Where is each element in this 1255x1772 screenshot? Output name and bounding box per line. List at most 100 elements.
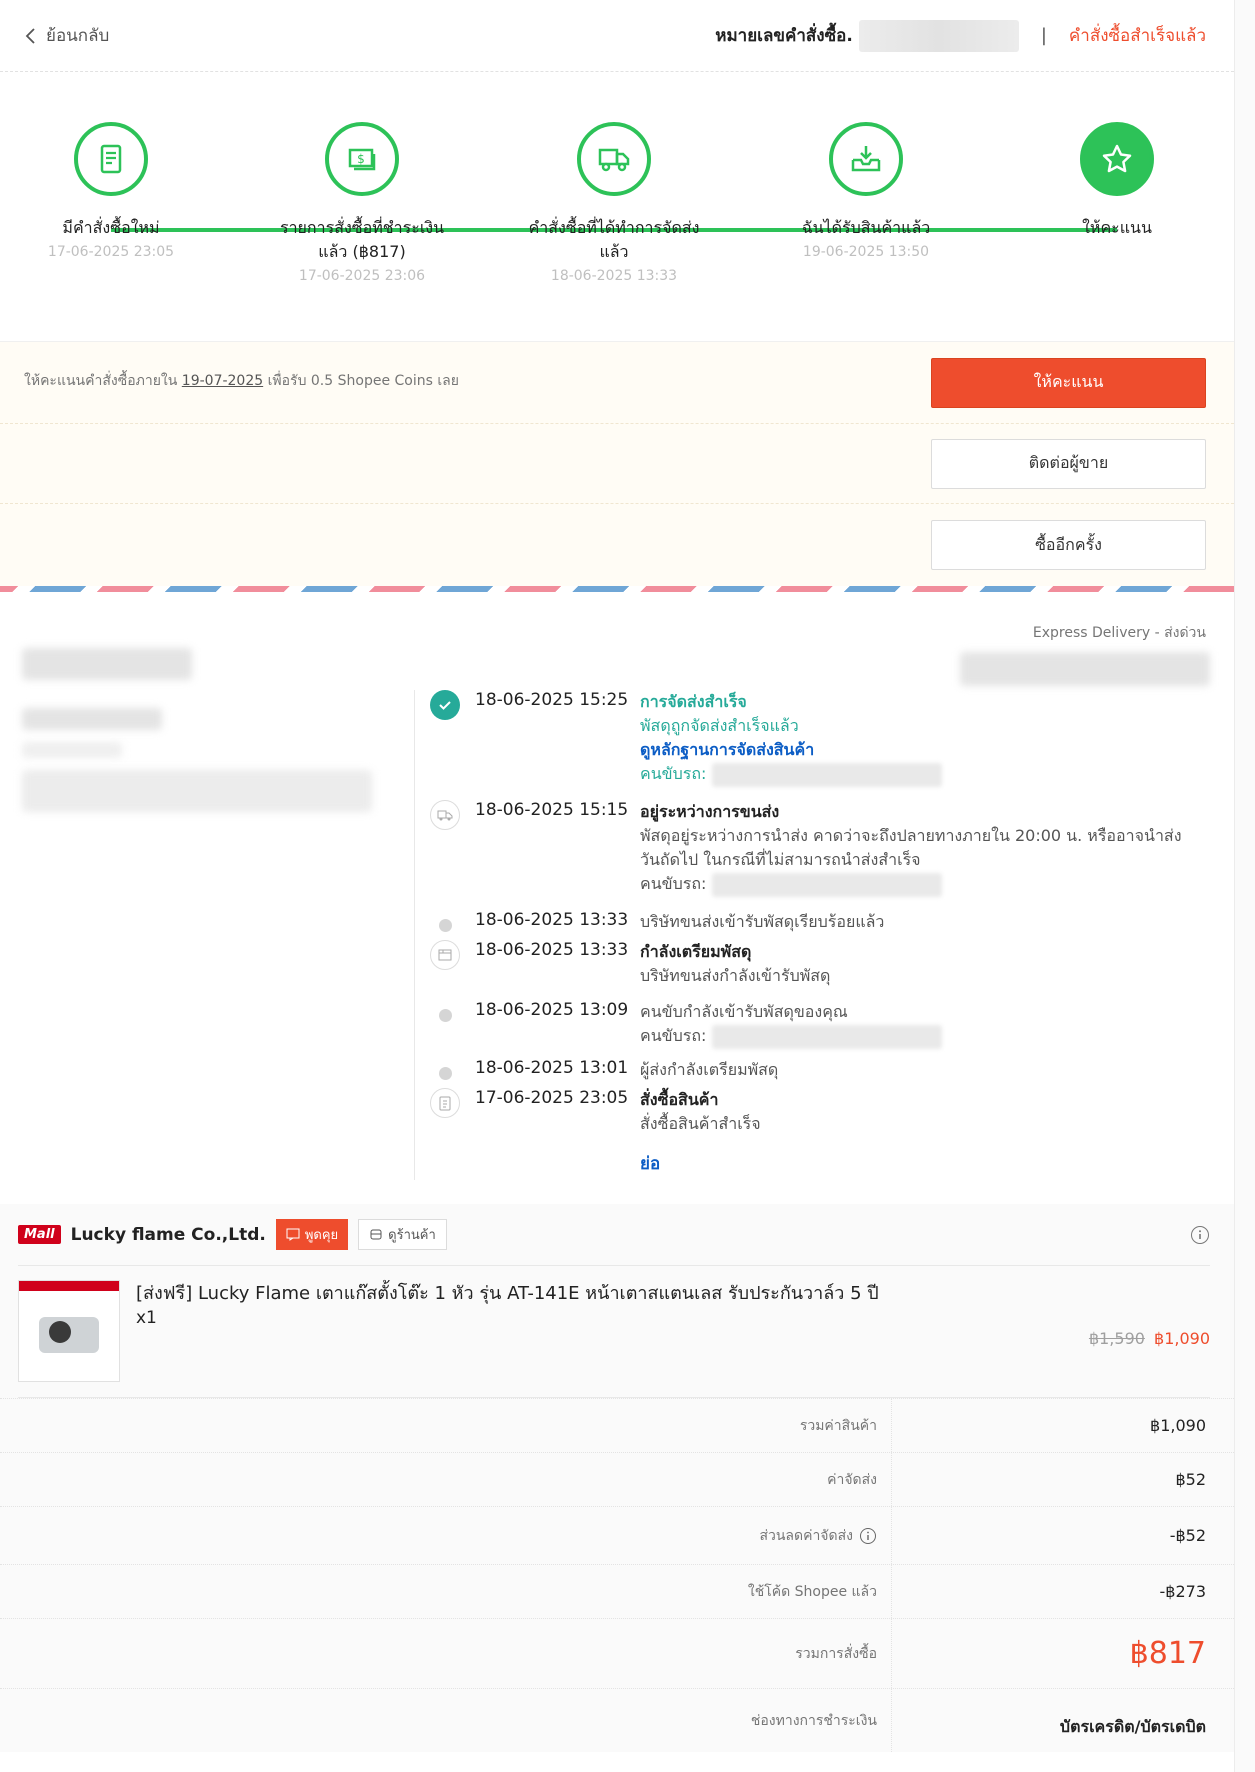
shop-header: Mall Lucky flame Co.,Ltd. พูดคุย ดูร้านค… [18, 1204, 1210, 1266]
summary-label: ส่วนลดค่าจัดส่ง [759, 1527, 853, 1544]
back-label: ย้อนกลับ [46, 26, 110, 46]
step-received: ฉันได้รับสินค้าแล้ว 19-06-2025 13:50 [756, 122, 976, 260]
product-price: ฿1,590 ฿1,090 [1089, 1329, 1210, 1348]
order-number-label: หมายเลขคำสั่งซื้อ. [715, 26, 853, 46]
summary-row-shipping-discount: ส่วนลดค่าจัดส่ง -฿52 [0, 1506, 1234, 1564]
product-quantity: x1 [136, 1308, 157, 1328]
truck-icon [430, 800, 460, 830]
buy-again-button[interactable]: ซื้ออีกครั้ง [931, 520, 1206, 570]
driver-redacted [711, 872, 942, 897]
thumbnail-strip [19, 1281, 119, 1291]
chat-button[interactable]: พูดคุย [275, 1219, 349, 1250]
event-time: 18-06-2025 15:15 [475, 800, 629, 820]
rate-button[interactable]: ให้คะแนน [931, 357, 1206, 408]
scrollbar[interactable] [1234, 0, 1255, 1772]
chat-icon [286, 1228, 300, 1241]
event-line: คนขับกำลังเข้ารับพัสดุของคุณ [640, 1002, 848, 1021]
event-line: พัสดุอยู่ระหว่างการนำส่ง คาดว่าจะถึงปลาย… [640, 826, 1182, 869]
product-name[interactable]: [ส่งฟรี] Lucky Flame เตาแก๊สตั้งโต๊ะ 1 ห… [136, 1280, 896, 1308]
event-body: คนขับกำลังเข้ารับพัสดุของคุณ คนขับรถ: [640, 1000, 1200, 1049]
info-icon[interactable] [859, 1527, 877, 1545]
info-icon[interactable] [1190, 1225, 1210, 1245]
event-line: บริษัทขนส่งกำลังเข้ารับพัสดุ [640, 966, 831, 985]
event-body: สั่งซื้อสินค้า สั่งซื้อสินค้าสำเร็จ [640, 1088, 1200, 1136]
event-time: 18-06-2025 13:33 [475, 940, 629, 960]
event-line: พัสดุถูกจัดส่งสำเร็จแล้ว [640, 716, 799, 735]
summary-row-payment: ช่องทางการชำระเงิน บัตรเครดิต/บัตรเดบิต [0, 1688, 1234, 1752]
step-date: 18-06-2025 13:33 [550, 268, 678, 284]
view-shop-button[interactable]: ดูร้านค้า [358, 1219, 447, 1250]
summary-value: -฿273 [1159, 1582, 1207, 1601]
recipient-phone-redacted [22, 708, 162, 730]
product-row[interactable]: [ส่งฟรี] Lucky Flame เตาแก๊สตั้งโต๊ะ 1 ห… [18, 1266, 1210, 1398]
order-progress-stepper: มีคำสั่งซื้อใหม่ 17-06-2025 23:05 $ รายก… [0, 72, 1234, 342]
mall-badge: Mall [18, 1225, 61, 1244]
driver-label: คนขับรถ: [640, 764, 707, 783]
event-title: อยู่ระหว่างการขนส่ง [640, 802, 780, 821]
timeline-dot [439, 1067, 452, 1080]
timeline-dot [439, 1009, 452, 1022]
product-info: [ส่งฟรี] Lucky Flame เตาแก๊สตั้งโต๊ะ 1 ห… [136, 1280, 1089, 1328]
event-title: กำลังเตรียมพัสดุ [640, 942, 752, 961]
contact-seller-button[interactable]: ติดต่อผู้ขาย [931, 438, 1206, 489]
event-line: สั่งซื้อสินค้าสำเร็จ [640, 1114, 761, 1133]
collapse-link[interactable]: ย่อ [640, 1150, 660, 1177]
driver-label: คนขับรถ: [640, 1026, 707, 1045]
step-date: 17-06-2025 23:05 [47, 244, 175, 260]
step-label: รายการสั่งซื้อที่ชำระเงินแล้ว (฿817) [279, 218, 445, 261]
proof-of-delivery-link[interactable]: ดูหลักฐานการจัดส่งสินค้า [640, 738, 1200, 762]
step-shipped: คำสั่งซื้อที่ได้ทำการจัดส่งแล้ว 18-06-20… [504, 122, 724, 284]
event-body: บริษัทขนส่งเข้ารับพัสดุเรียบร้อยแล้ว [640, 910, 1200, 934]
recipient-address-redacted [22, 770, 372, 812]
order-status: คำสั่งซื้อสำเร็จแล้ว [1068, 26, 1206, 46]
step-label: ให้คะแนน [1082, 218, 1152, 237]
chat-label: พูดคุย [304, 1228, 339, 1243]
event-time: 18-06-2025 13:09 [475, 1000, 629, 1020]
money-icon: $ [325, 122, 399, 196]
order-summary: รวมค่าสินค้า ฿1,090 ค่าจัดส่ง ฿52 ส่วนลด… [0, 1398, 1234, 1752]
rate-row: ให้คะแนนคำสั่งซื้อภายใน 19-07-2025 เพื่อ… [0, 342, 1234, 424]
summary-row-total: รวมการสั่งซื้อ ฿817 [0, 1618, 1234, 1688]
summary-row-shipping: ค่าจัดส่ง ฿52 [0, 1452, 1234, 1506]
summary-label: ใช้โค้ด Shopee แล้ว [0, 1565, 892, 1618]
product-thumbnail[interactable] [18, 1280, 120, 1382]
shop-icon [370, 1229, 382, 1240]
svg-text:$: $ [357, 152, 365, 166]
step-label: ฉันได้รับสินค้าแล้ว [801, 218, 931, 237]
event-body: กำลังเตรียมพัสดุ บริษัทขนส่งกำลังเข้ารับ… [640, 940, 1200, 988]
step-label: คำสั่งซื้อที่ได้ทำการจัดส่งแล้ว [528, 218, 700, 261]
payment-method: บัตรเครดิต/บัตรเดบิต [1059, 1717, 1206, 1736]
timeline-line [414, 690, 415, 1180]
step-order-placed: มีคำสั่งซื้อใหม่ 17-06-2025 23:05 [1, 122, 221, 260]
inbox-download-icon [829, 122, 903, 196]
summary-value: ฿52 [1175, 1470, 1206, 1489]
order-detail-page: ย้อนกลับ หมายเลขคำสั่งซื้อ. | คำสั่งซื้อ… [0, 0, 1234, 1772]
check-icon [430, 690, 460, 720]
event-body: อยู่ระหว่างการขนส่ง พัสดุอยู่ระหว่างการน… [640, 800, 1200, 897]
clipboard-icon [430, 1088, 460, 1118]
event-time: 18-06-2025 13:01 [475, 1058, 629, 1078]
order-total: ฿817 [1129, 1636, 1206, 1671]
star-icon [1080, 122, 1154, 196]
order-actions: ให้คะแนนคำสั่งซื้อภายใน 19-07-2025 เพื่อ… [0, 342, 1234, 586]
shop-name[interactable]: Lucky flame Co.,Ltd. [71, 1225, 266, 1245]
summary-label: รวมค่าสินค้า [0, 1399, 892, 1452]
summary-value: -฿52 [1169, 1526, 1206, 1545]
contact-row: ติดต่อผู้ขาย [0, 424, 1234, 504]
step-label: มีคำสั่งซื้อใหม่ [62, 218, 160, 237]
event-body: การจัดส่งสำเร็จ พัสดุถูกจัดส่งสำเร็จแล้ว… [640, 690, 1200, 787]
rebuy-row: ซื้ออีกครั้ง [0, 504, 1234, 586]
driver-line: คนขับรถ: [640, 762, 1200, 787]
summary-row-subtotal: รวมค่าสินค้า ฿1,090 [0, 1398, 1234, 1452]
burner-image [49, 1321, 71, 1343]
rating-note-prefix: ให้คะแนนคำสั่งซื้อภายใน [24, 373, 178, 389]
step-date: 19-06-2025 13:50 [802, 244, 930, 260]
back-button[interactable]: ย้อนกลับ [24, 22, 109, 49]
event-time: 18-06-2025 15:25 [475, 690, 629, 710]
original-price: ฿1,590 [1088, 1329, 1145, 1348]
header-separator: | [1040, 25, 1047, 46]
view-shop-label: ดูร้านค้า [388, 1228, 436, 1243]
step-rate: ให้คะแนน [1007, 122, 1227, 240]
order-header: ย้อนกลับ หมายเลขคำสั่งซื้อ. | คำสั่งซื้อ… [0, 0, 1234, 72]
shop-section: Mall Lucky flame Co.,Ltd. พูดคุย ดูร้านค… [0, 1204, 1234, 1398]
